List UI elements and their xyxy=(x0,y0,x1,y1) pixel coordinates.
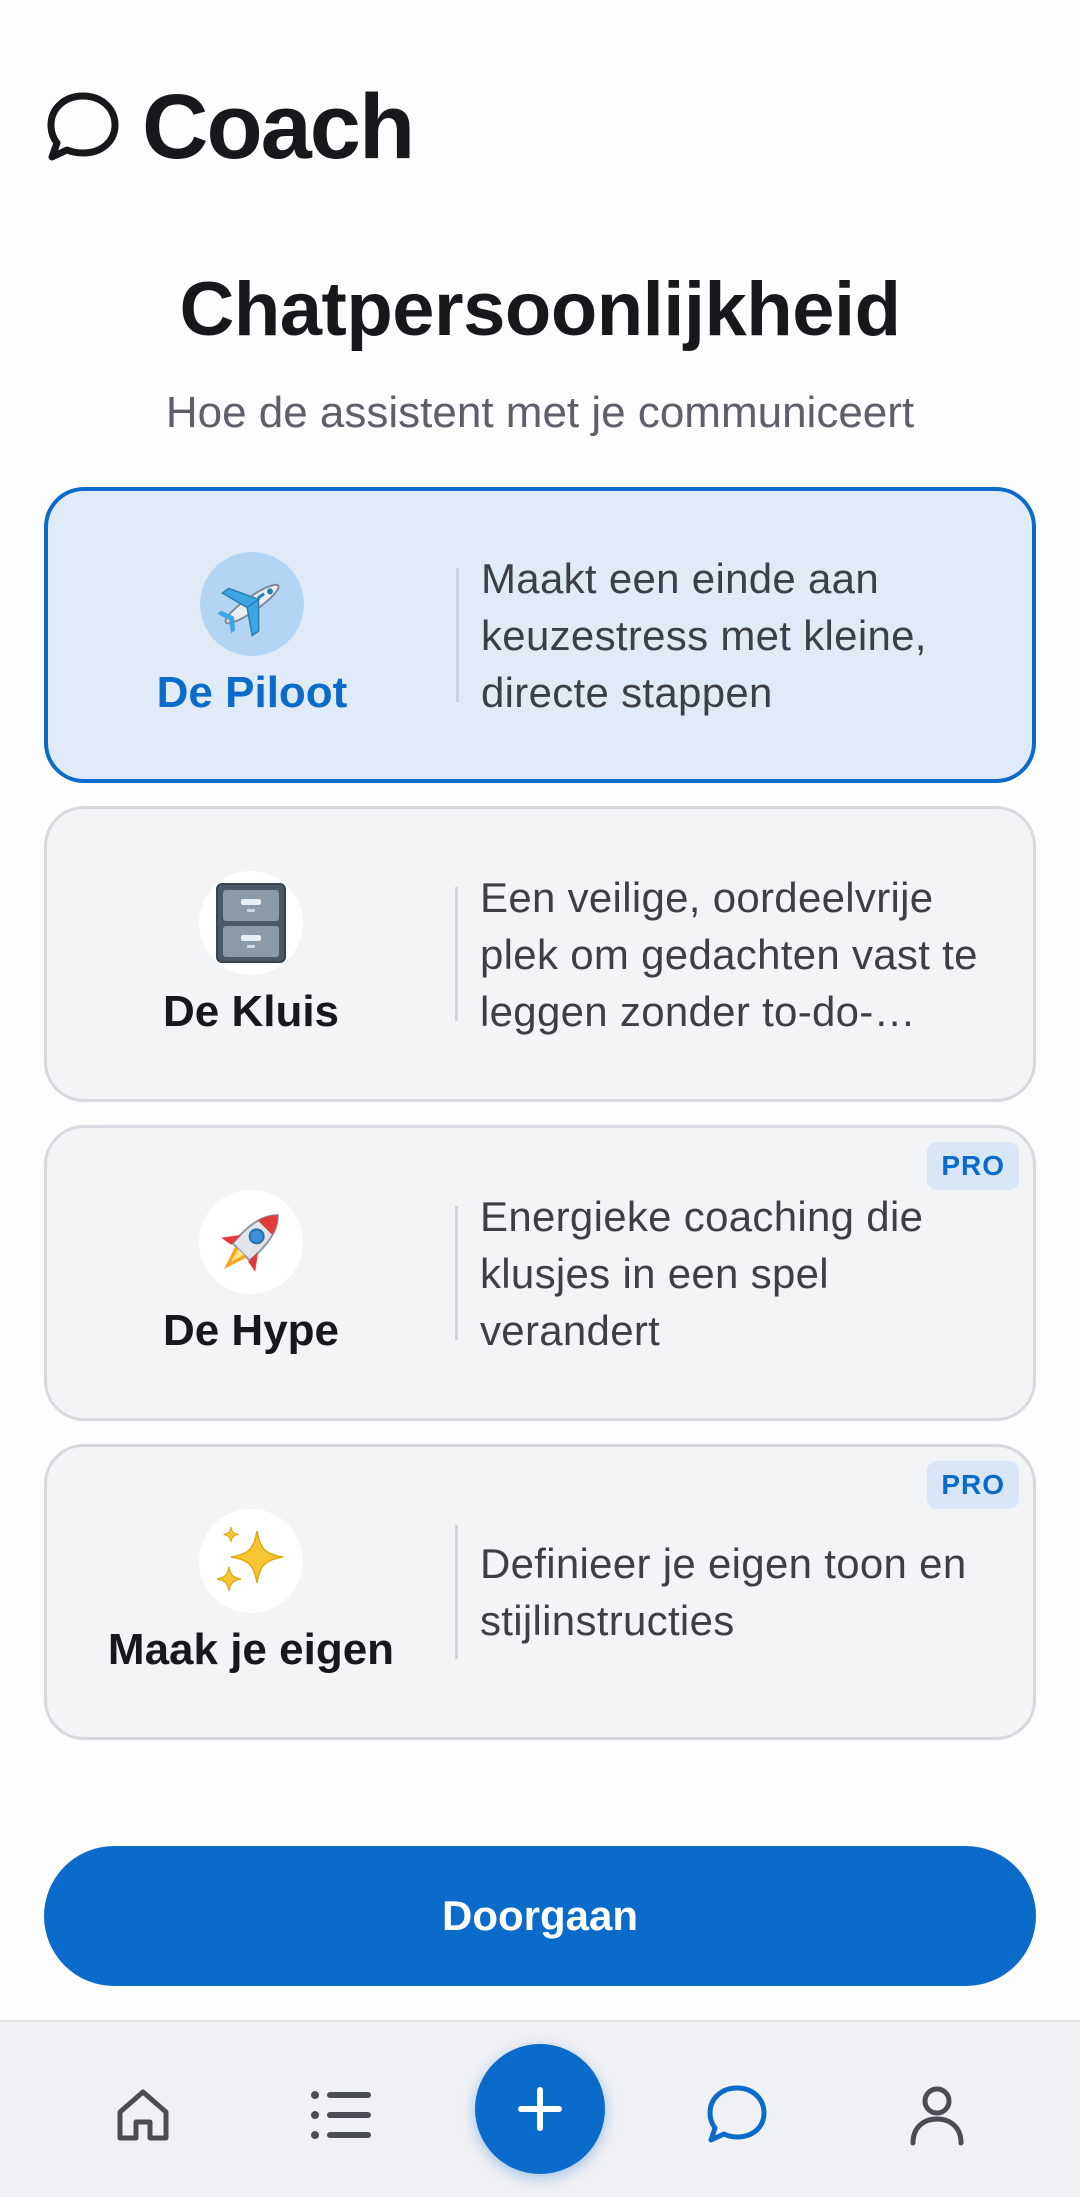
sparkles-icon xyxy=(199,1509,303,1613)
option-description: Maakt een einde aan keuzestress met klei… xyxy=(481,554,927,716)
option-description: Een veilige, oordeelvrije plek om gedach… xyxy=(480,873,978,1035)
option-card-de-kluis[interactable]: De Kluis Een veilige, oordeelvrije plek … xyxy=(44,806,1036,1102)
chat-bubble-icon xyxy=(47,92,119,161)
page-subtitle: Hoe de assistent met je communiceert xyxy=(165,388,915,437)
option-left: De Hype xyxy=(47,1128,455,1418)
option-left: De Kluis xyxy=(47,809,455,1099)
airplane-icon xyxy=(200,552,304,656)
continue-button[interactable]: Doorgaan xyxy=(44,1846,1036,1986)
plus-icon xyxy=(518,2087,562,2131)
nav-chat[interactable] xyxy=(702,2080,772,2150)
personality-option-list: De Piloot Maakt een einde aan keuzestres… xyxy=(44,487,1036,1763)
nav-add-button[interactable] xyxy=(475,2044,605,2174)
file-cabinet-icon xyxy=(199,871,303,975)
option-left: Maak je eigen xyxy=(47,1447,455,1737)
pro-badge: PRO xyxy=(927,1461,1019,1509)
option-card-maak-je-eigen[interactable]: PRO Maak je eigen Definieer je eigen too… xyxy=(44,1444,1036,1740)
bottom-nav xyxy=(0,2020,1080,2197)
option-name: De Piloot xyxy=(156,668,348,717)
nav-home[interactable] xyxy=(108,2080,178,2150)
profile-icon xyxy=(910,2086,964,2146)
option-name: De Kluis xyxy=(162,987,340,1036)
option-description: Definieer je eigen toon en stijlinstruct… xyxy=(480,1540,967,1644)
pro-badge: PRO xyxy=(927,1142,1019,1190)
list-icon xyxy=(311,2091,371,2139)
page-title: Chatpersoonlijkheid xyxy=(179,267,901,352)
home-icon xyxy=(117,2089,169,2141)
option-card-de-piloot[interactable]: De Piloot Maakt een einde aan keuzestres… xyxy=(44,487,1036,783)
option-name: De Hype xyxy=(162,1306,340,1355)
option-card-de-hype[interactable]: PRO De Hype Energieke coaching die klusj… xyxy=(44,1125,1036,1421)
nav-list[interactable] xyxy=(306,2080,376,2150)
option-name: Maak je eigen xyxy=(107,1625,395,1674)
app-header: Coach xyxy=(44,72,415,182)
option-left: De Piloot xyxy=(48,491,456,779)
app-title: Coach xyxy=(142,75,415,178)
chat-icon xyxy=(707,2085,767,2143)
option-description: Energieke coaching die klusjes in een sp… xyxy=(480,1192,924,1354)
nav-profile[interactable] xyxy=(902,2080,972,2150)
rocket-icon xyxy=(199,1190,303,1294)
